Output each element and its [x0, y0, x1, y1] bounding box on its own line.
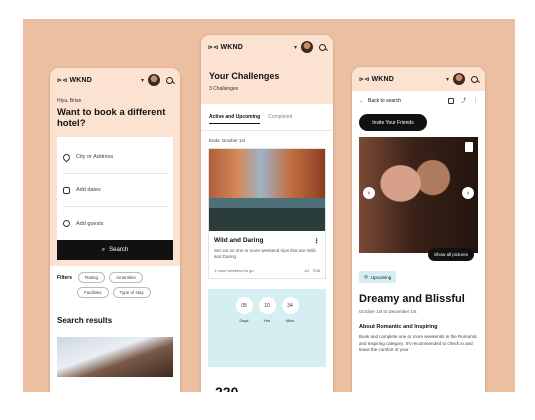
avatar[interactable] [148, 74, 160, 86]
ends-date: Ends: October 1st [209, 138, 246, 143]
search-icon[interactable] [319, 43, 326, 51]
challenge-image [209, 149, 325, 231]
calendar-icon[interactable] [447, 97, 454, 104]
timer-days: 05 Days [235, 297, 253, 367]
status-badge: ◎ Upcoming [359, 271, 397, 283]
timer-hours: 10 Hrs [258, 297, 276, 367]
filter-chip-type-of-stay[interactable]: Type of stay [112, 287, 151, 298]
filters-label: Filters [57, 274, 73, 281]
logo-text: WKND [220, 43, 244, 51]
dates-field[interactable]: Add dates [63, 174, 167, 207]
logo-mark-icon: ⊳⊲ [359, 76, 370, 83]
brand-logo[interactable]: ⊳⊲ WKND [57, 77, 92, 84]
search-icon[interactable] [471, 75, 478, 83]
logo-mark-icon: ⊳⊲ [208, 44, 219, 51]
countdown-timer: 05 Days 10 Hrs 34 Mins [208, 289, 326, 367]
location-field[interactable]: City or Address [61, 141, 167, 174]
next-card-number: 220 [215, 384, 239, 392]
back-row: ← Back to search ⤴ ⋮ [352, 91, 485, 110]
guests-field[interactable]: Add guests [63, 207, 167, 240]
filters-row: Filters Rating Amenities Facilities Type… [50, 266, 180, 304]
calendar-icon [63, 186, 70, 194]
brand-logo[interactable]: ⊳⊲ WKND [359, 76, 394, 83]
arrow-right-icon[interactable]: › [462, 187, 474, 199]
share-icon[interactable]: ⤴ [461, 97, 466, 104]
top-nav: ⊳⊲ WKND ▾ [50, 68, 180, 92]
caret-down-icon[interactable]: ▾ [294, 44, 297, 51]
guests-icon [63, 220, 70, 227]
search-button-label: Search [109, 247, 129, 253]
results-heading: Search results [57, 316, 113, 325]
brand-logo[interactable]: ⊳⊲ WKND [208, 44, 243, 51]
challenge-count: 3 Challenges [209, 86, 239, 92]
caret-down-icon[interactable]: ▾ [446, 76, 449, 83]
logo-text: WKND [371, 75, 395, 83]
challenge-tabs: Active and Upcoming Completed [201, 104, 333, 131]
page-title: Your Challenges [209, 71, 280, 81]
location-placeholder: City or Address [76, 154, 114, 160]
invite-friends-button[interactable]: Invite Your Friends [359, 114, 427, 131]
logo-mark-icon: ⊳⊲ [57, 77, 68, 84]
search-button[interactable]: ⌕ Search [57, 240, 173, 260]
more-icon[interactable]: ⋮ [314, 237, 321, 245]
phone-challenges-screen: ⊳⊲ WKND ▾ Your Challenges 3 Challenges A… [201, 35, 333, 392]
avatar[interactable] [301, 41, 313, 53]
challenge-description: Set out on one or more weekend trips tha… [214, 248, 316, 259]
arrow-left-icon[interactable]: ‹ [363, 187, 375, 199]
guests-placeholder: Add guests [76, 220, 104, 227]
logo-text: WKND [69, 76, 93, 84]
meta-right: 7/48 [312, 268, 320, 273]
more-icon[interactable]: ⋮ [473, 98, 478, 104]
filter-chip-amenities[interactable]: Amenities [109, 272, 143, 283]
back-link[interactable]: Back to search [368, 98, 401, 104]
greeting: Hiya, Brian [57, 98, 82, 104]
tab-active-upcoming[interactable]: Active and Upcoming [209, 114, 261, 124]
bookmark-icon[interactable] [465, 142, 473, 152]
location-pin-icon [61, 152, 72, 162]
arrow-left-icon[interactable]: ← [359, 98, 364, 104]
challenges-header: Your Challenges 3 Challenges [201, 59, 333, 104]
tab-completed[interactable]: Completed [268, 114, 292, 124]
phone-search-screen: ⊳⊲ WKND ▾ Hiya, Brian Want to book a dif… [50, 68, 180, 392]
filter-chip-facilities[interactable]: Facilities [77, 287, 109, 298]
challenge-title: Wild and Daring [214, 237, 264, 244]
about-body: Book and complete one or more weekends i… [359, 334, 478, 352]
avatar[interactable] [453, 73, 465, 85]
filter-chip-rating[interactable]: Rating [78, 272, 106, 283]
phone-detail-screen: ⊳⊲ WKND ▾ ← Back to search ⤴ ⋮ Invite Yo… [352, 67, 485, 392]
dates-placeholder: Add dates [76, 187, 101, 193]
status-badge-label: Upcoming [370, 274, 392, 280]
hero-photo: ‹ › Show all pictures [359, 137, 478, 261]
showcase-background: ⊳⊲ WKND ▾ Hiya, Brian Want to book a dif… [23, 19, 515, 392]
search-button-icon: ⌕ [101, 246, 106, 253]
search-hero: Hiya, Brian Want to book a different hot… [50, 92, 180, 137]
about-heading: About Romantic and Inspiring [359, 324, 438, 330]
top-nav: ⊳⊲ WKND ▾ [352, 67, 485, 91]
detail-dates: October 1st to December 1st [359, 309, 417, 314]
challenge-card[interactable]: Wild and Daring ⋮ Set out on one or more… [208, 148, 326, 279]
result-thumbnail[interactable] [57, 337, 173, 377]
page-title: Want to book a different hotel? [57, 107, 166, 129]
search-icon[interactable] [166, 76, 173, 84]
challenge-progress: 1 more weekend to go [214, 268, 254, 273]
timer-minutes: 34 Mins [281, 297, 299, 367]
show-all-pictures-button[interactable]: Show all pictures [427, 248, 474, 261]
detail-title: Dreamy and Blissful [359, 293, 465, 305]
search-form: City or Address Add dates Add guests ⌕ S… [50, 137, 180, 266]
tag-icon: ◎ [364, 274, 368, 279]
top-nav: ⊳⊲ WKND ▾ [201, 35, 333, 59]
caret-down-icon[interactable]: ▾ [141, 77, 144, 84]
meta-left: 4d [304, 268, 309, 273]
